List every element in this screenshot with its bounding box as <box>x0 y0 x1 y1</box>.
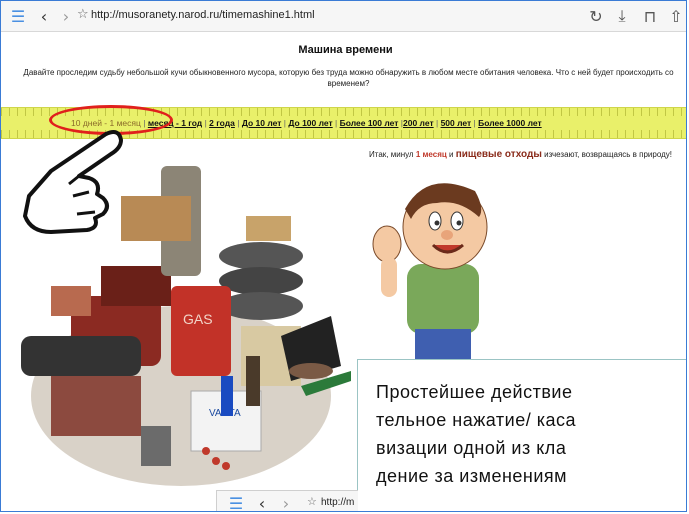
page-title: Машина времени <box>298 44 393 56</box>
nav-link-200-years[interactable]: 200 лет <box>403 118 434 128</box>
share-icon[interactable]: ⇧ <box>667 7 685 26</box>
svg-text:GAS: GAS <box>183 311 213 327</box>
browser-toolbar: ☰ ‹ › ☆ http://musoranety.narod.ru/timem… <box>1 1 686 32</box>
back-icon[interactable]: ‹ <box>35 7 53 26</box>
caption-line-1: Простейшее действие <box>376 382 573 402</box>
forward-icon[interactable]: › <box>57 7 75 26</box>
nav-link-over-1000[interactable]: Более 1000 лет <box>478 118 542 128</box>
story-text: Итак, минул 1 месяц и пищевые отходы изч… <box>369 149 684 160</box>
nav-link-10-years[interactable]: До 10 лет <box>242 118 282 128</box>
reload-icon[interactable]: ↻ <box>587 7 605 26</box>
mini-address-bar[interactable]: http://m <box>321 497 354 508</box>
caption-overlay: Простейшее действие тельное нажатие/ кас… <box>357 359 686 511</box>
screenshot-frame: ☰ ‹ › ☆ http://musoranety.narod.ru/timem… <box>0 0 687 512</box>
story-food-waste: пищевые отходы <box>455 149 542 160</box>
caption-text: Простейшее действие тельное нажатие/ кас… <box>376 378 686 490</box>
mini-back-icon[interactable]: ‹ <box>253 494 271 512</box>
intro-text: Давайте проследим судьбу небольшой кучи … <box>23 68 674 88</box>
nav-link-2-years[interactable]: 2 года <box>209 118 235 128</box>
download-icon[interactable]: ⤓ <box>613 6 631 25</box>
mini-browser-toolbar: ☰ ‹ › ☆ http://m <box>216 490 358 512</box>
caption-line-2: тельное нажатие/ каса <box>376 410 577 430</box>
story-mid: и <box>446 150 456 159</box>
story-prefix: Итак, минул <box>369 150 416 159</box>
address-bar[interactable]: http://musoranety.narod.ru/timemashine1.… <box>91 9 315 21</box>
story-suffix: изчезают, возвращаясь в природу! <box>541 150 672 159</box>
nav-separator: | <box>234 118 242 128</box>
nav-link-over-100[interactable]: Более 100 лет <box>340 118 399 128</box>
cartoon-boy-illustration <box>372 183 488 359</box>
menu-icon[interactable]: ☰ <box>9 7 27 26</box>
mini-star-icon[interactable]: ☆ <box>307 495 317 508</box>
nav-link-100-years[interactable]: До 100 лет <box>288 118 332 128</box>
pointing-hand-icon <box>23 130 123 234</box>
mini-forward-icon[interactable]: › <box>277 494 295 512</box>
mini-menu-icon[interactable]: ☰ <box>227 494 245 512</box>
caption-line-4: дение за изменениям <box>376 466 568 486</box>
nav-separator: | <box>433 118 441 128</box>
nav-link-500-years[interactable]: 500 лет <box>441 118 472 128</box>
story-month: 1 месяц <box>415 150 447 159</box>
caption-line-3: визации одной из кла <box>376 438 567 458</box>
book-icon[interactable]: ⊓ <box>641 7 659 26</box>
nav-separator: | <box>332 118 340 128</box>
star-icon[interactable]: ☆ <box>77 7 89 22</box>
